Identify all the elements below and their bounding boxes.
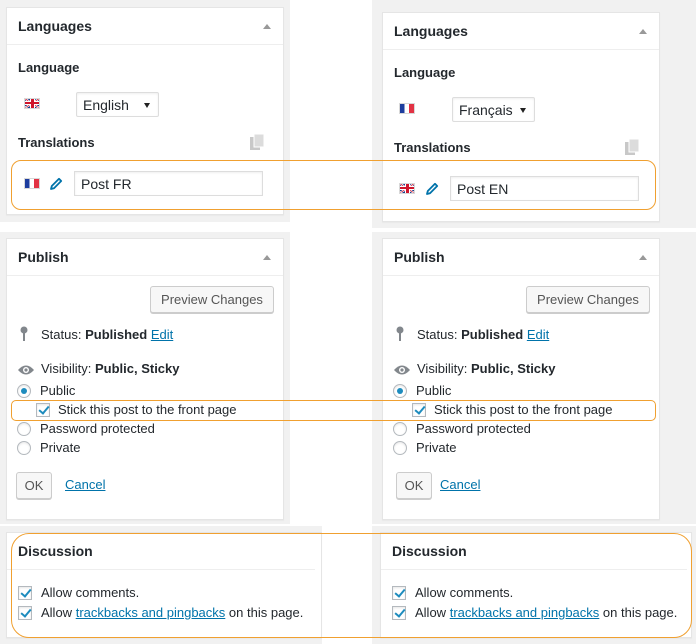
allow-trackbacks-label: Allow trackbacks and pingbacks on this p… [41, 605, 303, 620]
private-radio[interactable] [393, 441, 407, 455]
languages-header[interactable]: Languages [383, 13, 659, 50]
sticky-checkbox[interactable] [36, 403, 50, 417]
languages-box-left: Languages Language English Translations … [6, 7, 284, 215]
pin-icon [20, 326, 28, 341]
publish-header[interactable]: Publish [7, 239, 283, 276]
allow-comments-label: Allow comments. [415, 585, 514, 600]
discussion-box-left: Discussion Allow comments. Allow trackba… [6, 532, 322, 638]
publish-box-right: Publish Preview Changes Status: Publishe… [382, 238, 660, 520]
language-select-value: Français [459, 102, 513, 118]
allow-trackbacks-label: Allow trackbacks and pingbacks on this p… [415, 605, 677, 620]
flag-fr-icon [399, 103, 415, 114]
status-row: Status: Published Edit [41, 327, 173, 342]
flag-gb-icon [399, 183, 415, 194]
ok-button[interactable]: OK [396, 472, 432, 499]
status-row: Status: Published Edit [417, 327, 549, 342]
visibility-value: Public, Sticky [94, 361, 180, 376]
public-radio[interactable] [393, 384, 407, 398]
pin-icon [396, 326, 404, 341]
sticky-checkbox[interactable] [412, 403, 426, 417]
private-label: Private [40, 440, 81, 455]
discussion-title: Discussion [392, 543, 467, 559]
language-label: Language [394, 65, 456, 80]
status-edit-link[interactable]: Edit [527, 327, 549, 342]
private-radio[interactable] [17, 441, 31, 455]
allow-suffix: on this page. [228, 605, 304, 620]
discussion-box-right: Discussion Allow comments. Allow trackba… [380, 532, 692, 638]
public-radio[interactable] [17, 384, 31, 398]
language-select[interactable]: English [76, 92, 159, 117]
visibility-label: Visibility: [41, 361, 92, 376]
allow-comments-checkbox[interactable] [392, 586, 406, 600]
visibility-label: Visibility: [417, 361, 468, 376]
status-label: Status: [417, 327, 458, 342]
allow-suffix: on this page. [602, 605, 678, 620]
visibility-row: Visibility: Public, Sticky [41, 361, 180, 376]
discussion-header[interactable]: Discussion [381, 533, 687, 570]
discussion-title: Discussion [18, 543, 93, 559]
translation-input-value: Post EN [457, 181, 509, 197]
allow-trackbacks-checkbox[interactable] [18, 606, 32, 620]
allow-prefix: Allow [41, 605, 73, 620]
language-label: Language [18, 60, 80, 75]
public-label: Public [416, 383, 452, 398]
copy-icon[interactable] [250, 134, 264, 150]
status-edit-link[interactable]: Edit [151, 327, 173, 342]
password-radio[interactable] [393, 422, 407, 436]
password-label: Password protected [40, 421, 155, 436]
sticky-label: Stick this post to the front page [58, 402, 237, 417]
allow-comments-label: Allow comments. [41, 585, 140, 600]
trackbacks-link[interactable]: trackbacks and pingbacks [76, 605, 226, 620]
translation-input[interactable]: Post FR [74, 171, 263, 196]
password-label: Password protected [416, 421, 531, 436]
flag-fr-icon [24, 178, 40, 189]
publish-title: Publish [394, 249, 445, 265]
allow-comments-checkbox[interactable] [18, 586, 32, 600]
collapse-arrow-icon[interactable] [263, 255, 271, 260]
ok-button[interactable]: OK [16, 472, 52, 499]
language-select[interactable]: Français [452, 97, 535, 122]
discussion-header[interactable]: Discussion [7, 533, 315, 570]
translations-label: Translations [18, 135, 95, 150]
private-label: Private [416, 440, 457, 455]
languages-header[interactable]: Languages [7, 8, 283, 45]
collapse-arrow-icon[interactable] [263, 24, 271, 29]
preview-changes-button[interactable]: Preview Changes [526, 286, 650, 313]
eye-icon [394, 365, 410, 375]
translation-input-value: Post FR [81, 176, 132, 192]
publish-box-left: Publish Preview Changes Status: Publishe… [6, 238, 284, 520]
publish-header[interactable]: Publish [383, 239, 659, 276]
languages-box-right: Languages Language Français Translations… [382, 12, 660, 222]
languages-title: Languages [18, 18, 92, 34]
collapse-arrow-icon[interactable] [639, 29, 647, 34]
language-select-value: English [83, 97, 129, 113]
allow-prefix: Allow [415, 605, 447, 620]
pencil-icon[interactable] [425, 182, 439, 196]
languages-title: Languages [394, 23, 468, 39]
flag-gb-icon [24, 98, 40, 109]
translation-input[interactable]: Post EN [450, 176, 639, 201]
pencil-icon[interactable] [49, 177, 63, 191]
public-label: Public [40, 383, 76, 398]
cancel-link[interactable]: Cancel [440, 477, 480, 492]
preview-changes-button[interactable]: Preview Changes [150, 286, 274, 313]
cancel-link[interactable]: Cancel [65, 477, 105, 492]
status-label: Status: [41, 327, 82, 342]
chevron-down-icon [520, 108, 526, 113]
chevron-down-icon [144, 103, 150, 108]
copy-icon[interactable] [625, 139, 639, 155]
publish-title: Publish [18, 249, 69, 265]
translations-label: Translations [394, 140, 471, 155]
visibility-row: Visibility: Public, Sticky [417, 361, 556, 376]
sticky-label: Stick this post to the front page [434, 402, 613, 417]
status-value: Published [85, 327, 148, 342]
visibility-value: Public, Sticky [470, 361, 556, 376]
status-value: Published [461, 327, 524, 342]
password-radio[interactable] [17, 422, 31, 436]
allow-trackbacks-checkbox[interactable] [392, 606, 406, 620]
collapse-arrow-icon[interactable] [639, 255, 647, 260]
eye-icon [18, 365, 34, 375]
trackbacks-link[interactable]: trackbacks and pingbacks [450, 605, 600, 620]
